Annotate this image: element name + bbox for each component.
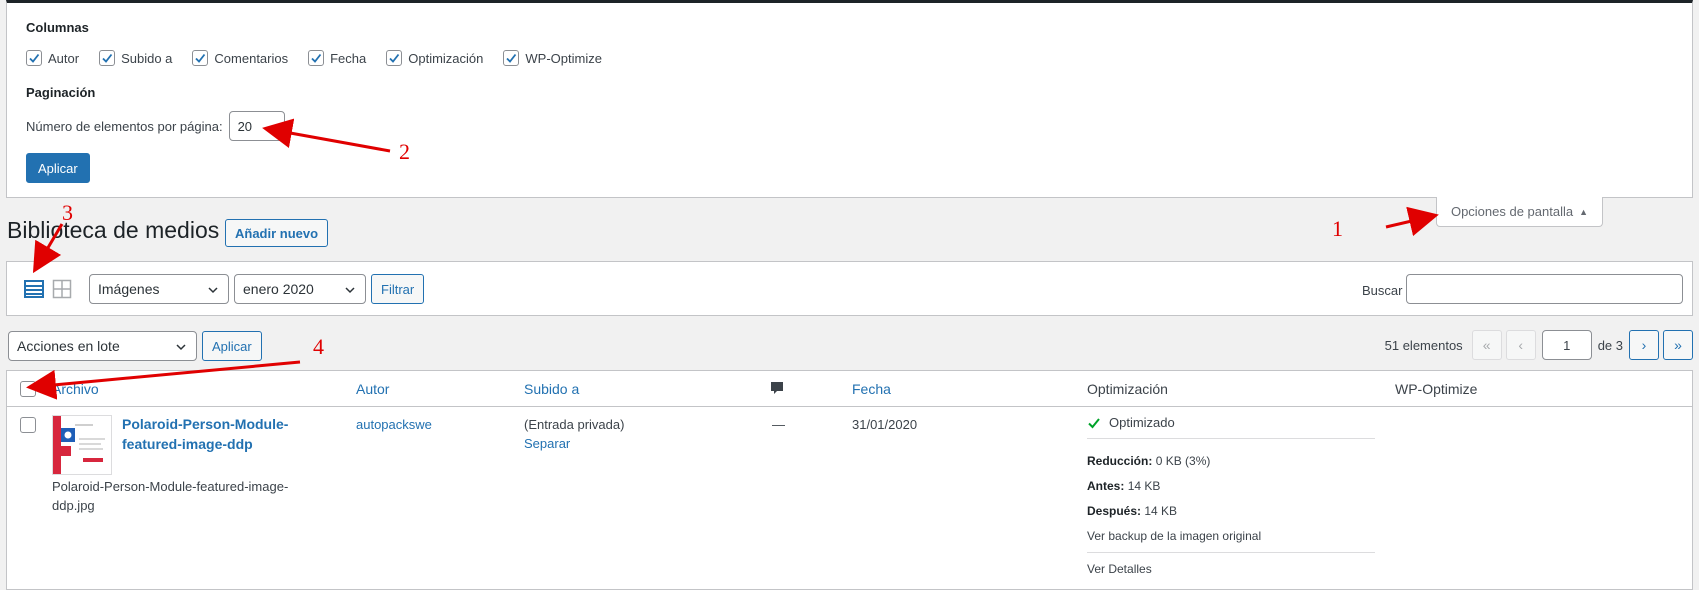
column-toggle-label: Subido a (121, 50, 173, 66)
view-backup-link[interactable]: Ver backup de la imagen original (1087, 529, 1261, 543)
column-toggle-uploaded-to[interactable]: Subido a (99, 50, 172, 66)
media-type-selected: Imágenes (98, 281, 160, 297)
reduction-line: Reducción: 0 KB (3%) (1087, 454, 1210, 468)
column-toggle-label: Autor (48, 50, 80, 66)
page-title: Biblioteca de medios (7, 217, 220, 243)
before-line: Antes: 14 KB (1087, 479, 1160, 493)
filter-button[interactable]: Filtrar (371, 274, 425, 304)
checkbox-checked[interactable] (503, 50, 520, 66)
add-new-button[interactable]: Añadir nuevo (225, 219, 329, 247)
comment-icon[interactable] (769, 380, 785, 399)
column-toggle-label: Optimización (408, 50, 484, 66)
apply-screen-options-button[interactable]: Aplicar (26, 153, 90, 183)
bulk-actions-selected: Acciones en lote (17, 338, 120, 354)
date-select[interactable]: enero 2020 (234, 274, 366, 304)
bulk-apply-button[interactable]: Aplicar (202, 331, 262, 361)
per-page-label: Número de elementos por página: (26, 118, 223, 134)
divider (1087, 552, 1375, 553)
column-header-wp-optimize: WP-Optimize (1395, 381, 1478, 397)
annotation-label-4: 4 (313, 334, 324, 359)
reduction-value: 0 KB (3%) (1155, 454, 1211, 468)
upload-date: 31/01/2020 (852, 417, 918, 432)
checkbox-checked[interactable] (26, 50, 42, 66)
divider (1087, 438, 1375, 439)
author-link[interactable]: autopackswe (356, 417, 432, 432)
after-line: Después: 14 KB (1087, 504, 1177, 518)
date-selected: enero 2020 (243, 281, 314, 297)
after-label: Después: (1087, 504, 1142, 518)
chevron-down-icon (176, 344, 186, 351)
prev-page-button[interactable]: ‹ (1505, 330, 1536, 360)
screen-options-panel: Columnas Autor Subido a Comentarios Fech… (6, 0, 1693, 198)
pagination-heading: Paginación (26, 85, 96, 100)
per-page-row: Número de elementos por página: 20 (26, 111, 285, 141)
media-type-select[interactable]: Imágenes (89, 274, 229, 304)
column-header-uploaded-to[interactable]: Subido a (524, 381, 579, 397)
annotation-label-3: 3 (62, 200, 73, 225)
list-view-icon[interactable] (24, 279, 44, 302)
table-header: Archivo Autor Subido a Fecha Optimizació… (7, 371, 1692, 407)
media-thumbnail[interactable] (52, 415, 112, 475)
screen-options-tab[interactable]: Opciones de pantalla ▲ (1436, 197, 1603, 227)
columns-heading: Columnas (26, 20, 89, 35)
chevron-down-icon (208, 287, 218, 294)
last-page-button[interactable]: » (1663, 330, 1693, 360)
grid-view-icon[interactable] (52, 279, 72, 302)
search-input[interactable] (1406, 274, 1683, 304)
before-value: 14 KB (1127, 479, 1161, 493)
column-header-file[interactable]: Archivo (52, 381, 99, 397)
caret-up-icon: ▲ (1579, 206, 1589, 217)
detach-link[interactable]: Separar (524, 436, 570, 451)
checkbox-checked[interactable] (192, 50, 209, 66)
column-toggle-optimization[interactable]: Optimización (386, 50, 483, 66)
bulk-actions-select[interactable]: Acciones en lote (8, 331, 197, 361)
media-filter-bar: Imágenes enero 2020 Filtrar Buscar (6, 261, 1693, 316)
per-page-input[interactable]: 20 (228, 111, 285, 141)
column-toggle-wp-optimize[interactable]: WP-Optimize (503, 50, 602, 66)
next-page-button[interactable]: › (1629, 330, 1659, 360)
optimized-status: Optimizado (1087, 415, 1175, 430)
chevron-down-icon (345, 287, 355, 294)
checkbox-checked[interactable] (308, 50, 325, 66)
column-toggle-date[interactable]: Fecha (308, 50, 366, 66)
column-header-optimization: Optimización (1087, 381, 1168, 397)
column-header-date[interactable]: Fecha (852, 381, 891, 397)
screen-options-tab-label: Opciones de pantalla (1450, 204, 1574, 219)
media-table: Archivo Autor Subido a Fecha Optimizació… (6, 370, 1693, 590)
total-pages: de 3 (1597, 337, 1623, 353)
after-value: 14 KB (1144, 504, 1178, 518)
uploaded-to-text: (Entrada privada) (524, 417, 625, 432)
view-details-link[interactable]: Ver Detalles (1087, 562, 1152, 576)
comments-count: — (772, 417, 785, 432)
column-header-author[interactable]: Autor (356, 381, 389, 397)
media-title-link[interactable]: Polaroid-Person-Module-featured-image-dd… (122, 414, 302, 454)
search-label: Buscar (1362, 283, 1403, 298)
current-page-input[interactable]: 1 (1541, 330, 1592, 360)
media-filename: Polaroid-Person-Module-featured-image-dd… (52, 479, 289, 513)
items-count: 51 elementos (1384, 337, 1463, 353)
first-page-button[interactable]: « (1471, 330, 1502, 360)
annotation-label-2: 2 (399, 139, 410, 164)
check-icon (1088, 417, 1100, 428)
column-toggle-label: WP-Optimize (525, 50, 602, 66)
row-checkbox[interactable] (20, 417, 36, 433)
select-all-checkbox[interactable] (20, 381, 36, 397)
pagination: 51 elementos « ‹ 1 de 3 › » (1385, 330, 1693, 360)
reduction-label: Reducción: (1087, 454, 1153, 468)
column-toggle-label: Fecha (330, 50, 367, 66)
checkbox-checked[interactable] (99, 50, 116, 66)
columns-options: Autor Subido a Comentarios Fecha Optimiz… (26, 50, 622, 66)
before-label: Antes: (1087, 479, 1125, 493)
checkbox-checked[interactable] (386, 50, 403, 66)
annotation-arrow-1 (1385, 206, 1439, 237)
optimized-label: Optimizado (1109, 415, 1175, 430)
column-toggle-author[interactable]: Autor (26, 50, 79, 66)
annotation-label-1: 1 (1332, 216, 1343, 241)
column-toggle-label: Comentarios (214, 50, 289, 66)
column-toggle-comments[interactable]: Comentarios (192, 50, 288, 66)
